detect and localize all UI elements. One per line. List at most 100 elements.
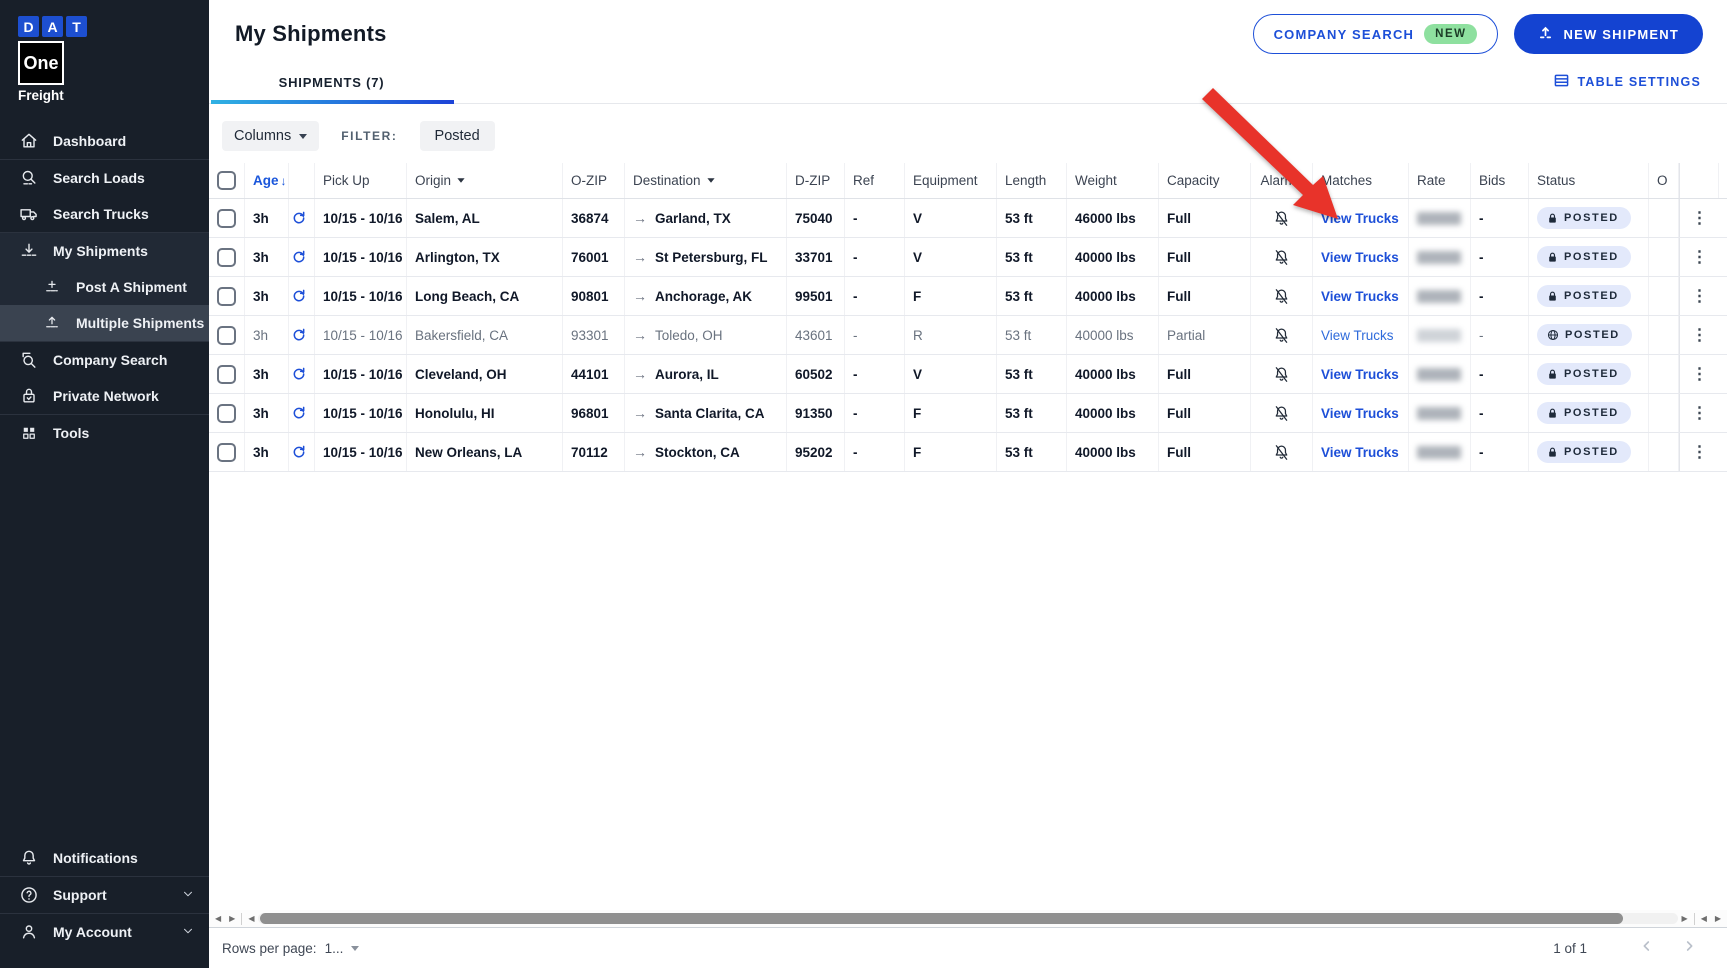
row-checkbox[interactable]	[217, 443, 236, 462]
capacity-cell: Full	[1159, 199, 1251, 237]
bids-cell: -	[1471, 316, 1529, 354]
refresh-icon[interactable]	[291, 327, 307, 343]
length-cell: 53 ft	[997, 355, 1067, 393]
view-trucks-link[interactable]: View Trucks	[1321, 211, 1399, 226]
sidebar-item-multiple-shipments[interactable]: Multiple Shipments	[0, 305, 209, 341]
kebab-menu-icon[interactable]: ⋮	[1692, 286, 1708, 306]
status-badge: POSTED	[1537, 207, 1631, 229]
route-arrow-icon: →	[633, 444, 647, 460]
sidebar-item-my-shipments[interactable]: My Shipments	[0, 233, 209, 269]
view-trucks-link[interactable]: View Trucks	[1321, 250, 1399, 265]
sidebar-item-dashboard[interactable]: Dashboard	[0, 123, 209, 159]
column-header-length[interactable]: Length	[997, 163, 1067, 198]
equipment-cell: V	[905, 199, 997, 237]
column-header-status[interactable]: Status	[1529, 163, 1649, 198]
view-trucks-link[interactable]: View Trucks	[1321, 328, 1394, 343]
sidebar-item-post-a-shipment[interactable]: Post A Shipment	[0, 269, 209, 305]
refresh-icon[interactable]	[291, 444, 307, 460]
sidebar-item-my-account[interactable]: My Account	[0, 914, 209, 950]
scroll-left-icon[interactable]: ◀	[211, 914, 225, 923]
refresh-icon[interactable]	[291, 210, 307, 226]
pickup-cell: 10/15 - 10/16	[315, 433, 407, 471]
overflow-cell	[1649, 277, 1679, 315]
row-checkbox[interactable]	[217, 404, 236, 423]
sidebar-item-notifications[interactable]: Notifications	[0, 840, 209, 876]
company-search-button[interactable]: COMPANY SEARCH NEW	[1253, 14, 1499, 54]
sidebar-item-search-trucks[interactable]: Search Trucks	[0, 196, 209, 232]
kebab-menu-icon[interactable]: ⋮	[1692, 442, 1708, 462]
column-header-ozip[interactable]: O-ZIP	[563, 163, 625, 198]
column-header-equipment[interactable]: Equipment	[905, 163, 997, 198]
select-all-checkbox[interactable]	[217, 171, 236, 190]
company-search-icon	[19, 350, 39, 370]
rate-redacted	[1417, 251, 1461, 264]
sidebar-item-label: Notifications	[53, 850, 138, 866]
matches-cell: View Trucks	[1313, 355, 1409, 393]
kebab-menu-icon[interactable]: ⋮	[1692, 364, 1708, 384]
column-header-dzip[interactable]: D-ZIP	[787, 163, 845, 198]
refresh-icon[interactable]	[291, 366, 307, 382]
sidebar-item-private-network[interactable]: Private Network	[0, 378, 209, 414]
column-header-origin[interactable]: Origin	[407, 163, 563, 198]
rate-cell	[1409, 394, 1471, 432]
column-header-bids[interactable]: Bids	[1471, 163, 1529, 198]
tab-shipments[interactable]: SHIPMENTS (7)	[209, 75, 454, 103]
refresh-icon[interactable]	[291, 249, 307, 265]
sidebar-item-search-loads[interactable]: Search Loads	[0, 160, 209, 196]
column-header-pickup[interactable]: Pick Up	[315, 163, 407, 198]
ozip-cell: 93301	[563, 316, 625, 354]
kebab-menu-icon[interactable]: ⋮	[1692, 247, 1708, 267]
previous-page-button[interactable]	[1639, 938, 1655, 959]
view-trucks-link[interactable]: View Trucks	[1321, 406, 1399, 421]
refresh-icon[interactable]	[291, 288, 307, 304]
rate-cell	[1409, 277, 1471, 315]
overflow-cell	[1649, 433, 1679, 471]
column-header-matches[interactable]: Matches	[1313, 163, 1409, 198]
row-checkbox[interactable]	[217, 365, 236, 384]
refresh-icon[interactable]	[291, 405, 307, 421]
rows-per-page-select[interactable]: Rows per page: 1...	[222, 941, 359, 956]
view-trucks-link[interactable]: View Trucks	[1321, 445, 1399, 460]
kebab-menu-icon[interactable]: ⋮	[1692, 403, 1708, 423]
sidebar-item-support[interactable]: Support	[0, 877, 209, 913]
view-trucks-link[interactable]: View Trucks	[1321, 289, 1399, 304]
kebab-menu-icon[interactable]: ⋮	[1692, 208, 1708, 228]
sidebar-item-tools[interactable]: Tools	[0, 415, 209, 451]
kebab-menu-icon[interactable]: ⋮	[1692, 325, 1708, 345]
status-label: POSTED	[1564, 407, 1619, 419]
scroll-right-icon[interactable]: ▶	[1678, 914, 1692, 923]
capacity-cell: Full	[1159, 238, 1251, 276]
scrollbar-track[interactable]	[258, 913, 1677, 924]
scroll-right-icon[interactable]: ▶	[1711, 914, 1725, 923]
new-shipment-button[interactable]: NEW SHIPMENT	[1514, 14, 1703, 54]
row-checkbox[interactable]	[217, 248, 236, 267]
column-header-capacity[interactable]: Capacity	[1159, 163, 1251, 198]
column-header-alarms[interactable]: Alarms	[1251, 163, 1313, 198]
column-header-age[interactable]: Age↓	[245, 163, 289, 198]
column-header-overflow[interactable]: O	[1649, 163, 1679, 198]
row-checkbox[interactable]	[217, 287, 236, 306]
origin-cell: Bakersfield, CA	[407, 316, 563, 354]
column-header-destination[interactable]: Destination	[625, 163, 787, 198]
row-checkbox[interactable]	[217, 209, 236, 228]
column-header-weight[interactable]: Weight	[1067, 163, 1159, 198]
columns-dropdown[interactable]: Columns	[222, 121, 319, 151]
overflow-cell	[1649, 394, 1679, 432]
column-header-ref[interactable]: Ref	[845, 163, 905, 198]
actions-cell: ⋮	[1679, 277, 1719, 315]
row-checkbox[interactable]	[217, 326, 236, 345]
scroll-left-icon[interactable]: ◀	[1697, 914, 1711, 923]
column-header-rate[interactable]: Rate	[1409, 163, 1471, 198]
next-page-button[interactable]	[1681, 938, 1697, 959]
table-settings-button[interactable]: TABLE SETTINGS	[1554, 73, 1701, 91]
scroll-right-icon[interactable]: ▶	[225, 914, 239, 923]
sidebar-item-company-search[interactable]: Company Search	[0, 342, 209, 378]
scrollbar-thumb[interactable]	[260, 913, 1622, 924]
alarms-cell	[1251, 238, 1313, 276]
scroll-left-icon[interactable]: ◀	[244, 914, 258, 923]
filter-chip-posted[interactable]: Posted	[420, 121, 495, 151]
view-trucks-link[interactable]: View Trucks	[1321, 367, 1399, 382]
bell-off-icon	[1272, 404, 1291, 423]
lock-check-icon	[19, 386, 39, 406]
status-cell: POSTED	[1529, 394, 1649, 432]
